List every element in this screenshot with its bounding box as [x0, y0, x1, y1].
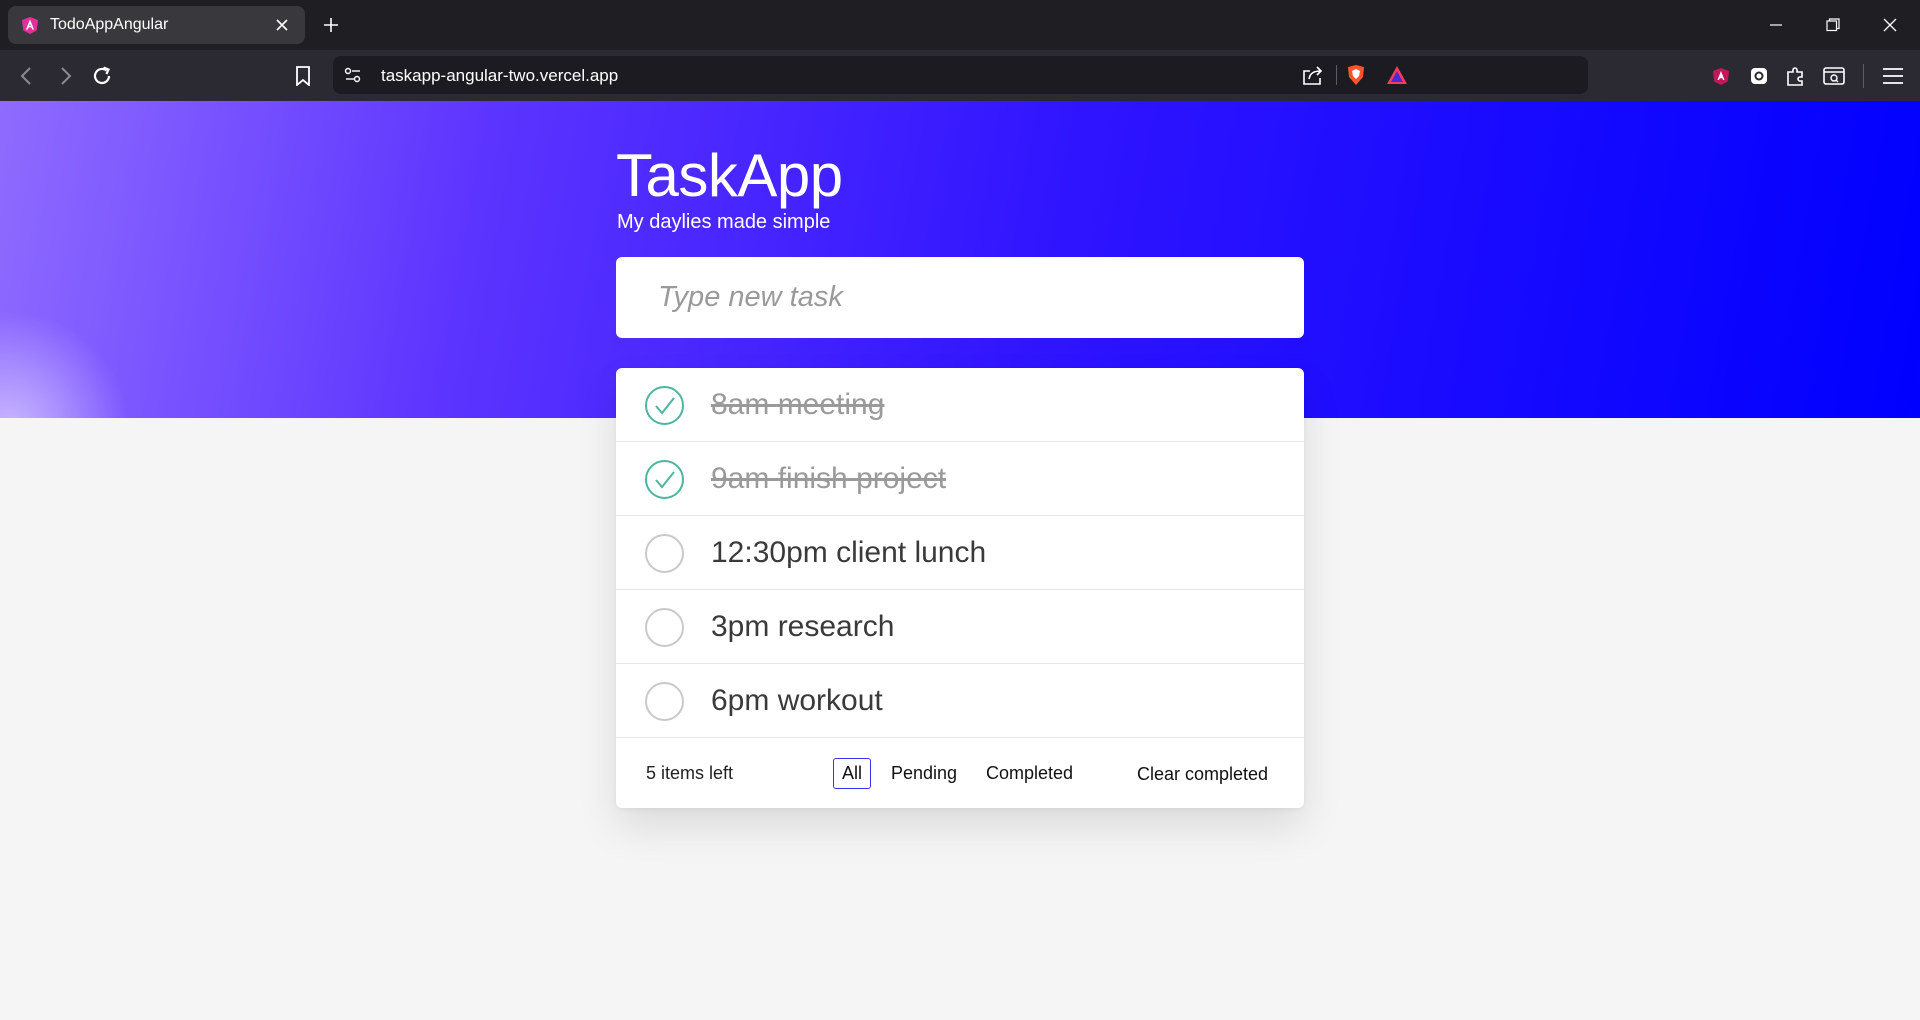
close-tab-icon[interactable]	[271, 14, 293, 36]
share-icon[interactable]	[1301, 64, 1325, 86]
todo-text[interactable]: 6pm workout	[711, 684, 883, 718]
todo-checkbox[interactable]	[645, 608, 684, 647]
todo-row: 8am meeting	[616, 368, 1304, 442]
bookmark-icon[interactable]	[290, 63, 316, 89]
checkmark-icon	[654, 396, 675, 415]
browser-tab[interactable]: TodoAppAngular	[8, 6, 305, 44]
tab-title: TodoAppAngular	[50, 16, 169, 33]
brave-rewards-icon[interactable]	[1385, 64, 1409, 86]
todo-row: 12:30pm client lunch	[616, 516, 1304, 590]
todo-row: 9am finish project	[616, 442, 1304, 516]
restore-icon[interactable]	[1821, 13, 1845, 37]
site-settings-icon[interactable]	[343, 66, 363, 84]
page-content: TaskApp My daylies made simple 8am meeti…	[0, 101, 1920, 1020]
new-task-input[interactable]	[616, 257, 1304, 338]
close-window-icon[interactable]	[1878, 13, 1902, 37]
todo-footer: 5 items left All Pending Completed Clear…	[616, 738, 1304, 808]
forward-arrow-icon[interactable]	[52, 63, 78, 89]
todo-checkbox-checked[interactable]	[645, 460, 684, 499]
record-extension-icon[interactable]	[1746, 63, 1772, 89]
filter-pending[interactable]: Pending	[882, 758, 966, 789]
todo-text[interactable]: 9am finish project	[711, 462, 946, 496]
todo-text[interactable]: 8am meeting	[711, 388, 884, 422]
angular-favicon-icon	[20, 15, 40, 35]
todo-text[interactable]: 3pm research	[711, 610, 894, 644]
toolbar-divider	[1863, 64, 1864, 88]
todo-row: 6pm workout	[616, 664, 1304, 738]
todo-checkbox[interactable]	[645, 682, 684, 721]
clear-completed-button[interactable]: Clear completed	[1137, 764, 1268, 785]
todo-checkbox[interactable]	[645, 534, 684, 573]
hero-glow	[0, 301, 140, 418]
items-left-count: 5 items left	[646, 763, 734, 783]
sidebar-search-icon[interactable]	[1821, 63, 1847, 89]
url-text[interactable]: taskapp-angular-two.vercel.app	[381, 66, 618, 86]
todo-list-card: 8am meeting 9am finish project 12:30pm c…	[616, 368, 1304, 808]
reload-icon[interactable]	[89, 63, 115, 89]
app-title: TaskApp	[616, 142, 843, 209]
menu-hamburger-icon[interactable]	[1880, 63, 1906, 89]
app-subtitle: My daylies made simple	[617, 211, 831, 233]
back-arrow-icon[interactable]	[14, 63, 40, 89]
todo-row: 3pm research	[616, 590, 1304, 664]
minimize-icon[interactable]	[1764, 13, 1788, 37]
todo-checkbox-checked[interactable]	[645, 386, 684, 425]
browser-toolbar: taskapp-angular-two.vercel.app	[0, 50, 1920, 101]
url-divider	[1336, 65, 1337, 85]
todo-text[interactable]: 12:30pm client lunch	[711, 536, 986, 570]
brave-shield-icon[interactable]	[1344, 63, 1368, 87]
checkmark-icon	[654, 470, 675, 489]
angular-devtools-extension-icon[interactable]	[1708, 63, 1734, 89]
address-bar[interactable]: taskapp-angular-two.vercel.app	[333, 56, 1588, 94]
filter-completed[interactable]: Completed	[977, 758, 1082, 789]
filter-all[interactable]: All	[833, 758, 872, 789]
browser-tab-bar: TodoAppAngular	[0, 0, 1920, 50]
new-tab-icon[interactable]	[319, 13, 343, 37]
extensions-puzzle-icon[interactable]	[1783, 63, 1809, 89]
